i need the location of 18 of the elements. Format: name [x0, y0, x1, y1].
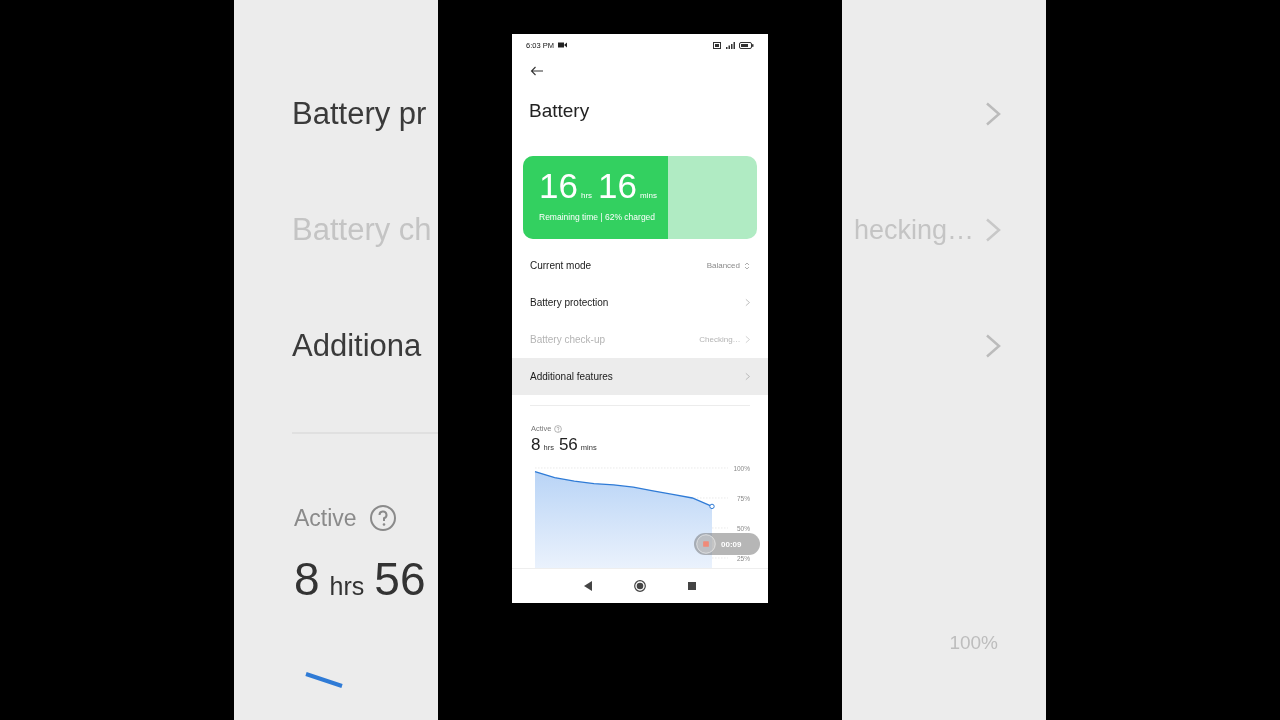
usage-hours: 8 [531, 435, 541, 455]
remaining-caption: Remaining time | 62% charged [539, 212, 657, 222]
setting-row[interactable]: Battery protection [512, 284, 768, 321]
usage-unit: hrs [329, 572, 365, 601]
setting-label: Additiona [292, 328, 422, 364]
recording-time: 00:09 [721, 539, 742, 549]
setting-row[interactable]: Current mode Balanced [512, 247, 768, 284]
usage-minutes: 56 [558, 435, 578, 455]
usage-label: Active [294, 504, 357, 532]
usage-hours: 8 [294, 552, 320, 606]
remaining-minutes: 16 [598, 166, 637, 206]
minutes-unit: mins [640, 191, 657, 200]
remaining-hours: 16 [539, 166, 578, 206]
page-title: Battery [528, 99, 591, 123]
setting-row[interactable]: Additional features [512, 358, 768, 395]
hours-unit: hrs [580, 191, 593, 200]
usage-minutes: 56 [374, 552, 426, 606]
setting-label: Battery pr [292, 96, 427, 132]
